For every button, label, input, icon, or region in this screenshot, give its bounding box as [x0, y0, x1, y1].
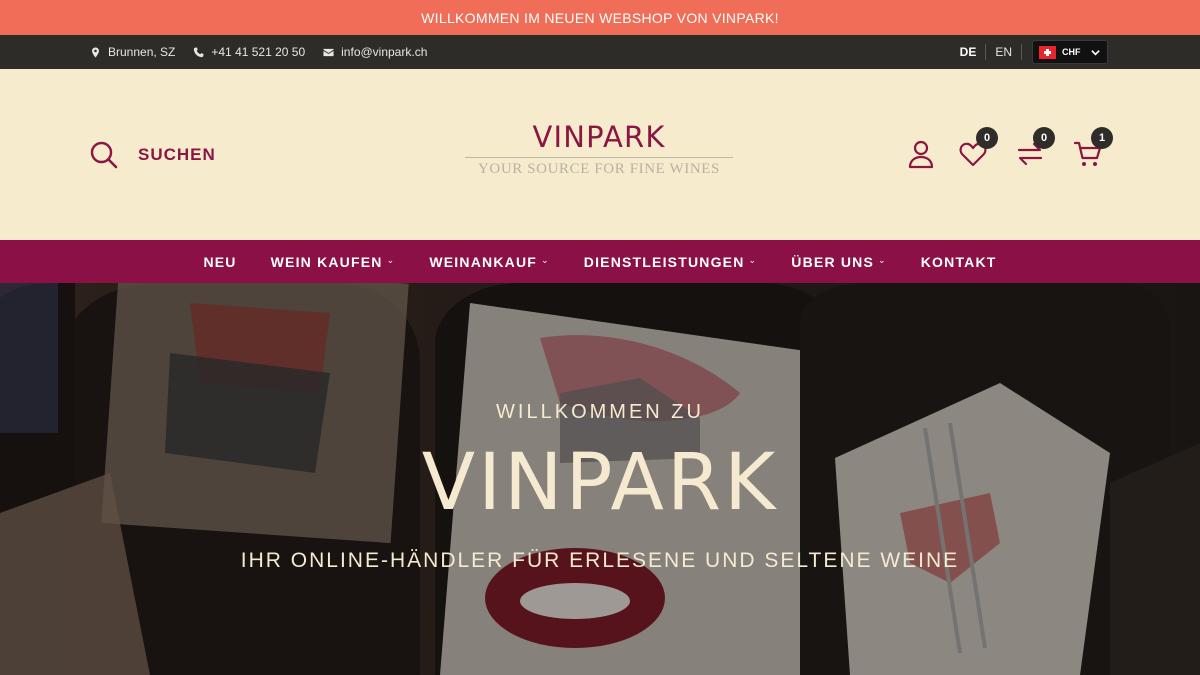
phone-link[interactable]: +41 41 521 20 50 — [211, 45, 305, 59]
nav-item-kontakt[interactable]: KONTAKT — [904, 254, 1014, 270]
nav-item-label: WEINANKAUF — [429, 253, 538, 270]
location-item: Brunnen, SZ — [90, 45, 175, 59]
nav-item-label: ÜBER UNS — [791, 253, 874, 270]
language-en[interactable]: EN — [986, 45, 1021, 59]
nav-item-wein-kaufen[interactable]: WEIN KAUFEN ⌄ — [254, 254, 413, 270]
location-text: Brunnen, SZ — [108, 45, 176, 59]
cart-count-badge: 1 — [1091, 127, 1113, 149]
currency-selector[interactable]: CHF — [1032, 40, 1108, 64]
wishlist-count-badge: 0 — [976, 127, 998, 149]
hero-subtitle: IHR ONLINE-HÄNDLER FÜR ERLESENE UND SELT… — [240, 549, 960, 572]
map-pin-icon — [92, 46, 99, 58]
nav-item-ueber-uns[interactable]: ÜBER UNS ⌄ — [774, 254, 903, 270]
wishlist-button[interactable]: 0 — [958, 127, 998, 174]
contact-info: Brunnen, SZ +41 41 521 20 50 info@vinpar… — [90, 45, 427, 59]
nav-item-label: WEIN KAUFEN — [270, 253, 383, 270]
announcement-text: WILLKOMMEN IM NEUEN WEBSHOP VON VINPARK! — [421, 9, 779, 26]
cart-button[interactable]: 1 — [1073, 127, 1113, 174]
top-info-bar: Brunnen, SZ +41 41 521 20 50 info@vinpar… — [0, 35, 1200, 69]
chevron-down-icon: ⌄ — [748, 255, 758, 265]
language-de[interactable]: DE — [951, 45, 986, 59]
search-label: SUCHEN — [138, 145, 216, 164]
chevron-down-icon: ⌄ — [386, 255, 396, 265]
logo-divider — [465, 157, 733, 158]
user-icon — [908, 140, 934, 169]
compare-button[interactable]: 0 — [1015, 127, 1055, 174]
main-navigation: NEU WEIN KAUFEN ⌄ WEINANKAUF ⌄ DIENSTLEI… — [0, 240, 1200, 283]
swiss-flag-icon — [1039, 45, 1056, 59]
email-item[interactable]: info@vinpark.ch — [323, 45, 427, 59]
site-header: SUCHEN VINPARK YOUR SOURCE FOR FINE WINE… — [0, 69, 1200, 240]
search-icon — [90, 141, 118, 169]
nav-item-neu[interactable]: NEU — [186, 254, 253, 270]
phone-icon — [194, 46, 205, 57]
email-link[interactable]: info@vinpark.ch — [341, 45, 427, 59]
chevron-down-icon: ⌄ — [541, 255, 550, 265]
account-button[interactable] — [906, 139, 936, 174]
site-logo[interactable]: VINPARK YOUR SOURCE FOR FINE WINES — [465, 119, 733, 178]
compare-count-badge: 0 — [1033, 127, 1055, 149]
nav-item-label: DIENSTLEISTUNGEN — [583, 253, 745, 270]
hero-title: VINPARK — [421, 438, 779, 528]
hero-pre-title: WILLKOMMEN ZU — [496, 401, 704, 423]
phone-item[interactable]: +41 41 521 20 50 — [193, 45, 305, 59]
nav-item-weinankauf[interactable]: WEINANKAUF ⌄ — [412, 254, 566, 270]
hero-banner: WILLKOMMEN ZU VINPARK IHR ONLINE-HÄNDLER… — [0, 283, 1200, 675]
nav-item-dienstleistungen[interactable]: DIENSTLEISTUNGEN ⌄ — [567, 254, 775, 270]
currency-code: CHF — [1062, 47, 1081, 57]
logo-name: VINPARK — [532, 120, 666, 154]
nav-item-label: KONTAKT — [920, 253, 997, 270]
search-button[interactable]: SUCHEN — [89, 140, 216, 170]
logo-tagline: YOUR SOURCE FOR FINE WINES — [477, 161, 720, 177]
chevron-down-icon: ⌄ — [878, 255, 887, 265]
mail-icon — [323, 48, 334, 56]
chevron-down-icon — [1091, 49, 1100, 56]
nav-item-label: NEU — [203, 253, 237, 270]
locale-controls: DE EN CHF — [951, 40, 1108, 64]
language-divider — [1021, 44, 1022, 60]
announcement-bar: WILLKOMMEN IM NEUEN WEBSHOP VON VINPARK! — [0, 0, 1200, 35]
